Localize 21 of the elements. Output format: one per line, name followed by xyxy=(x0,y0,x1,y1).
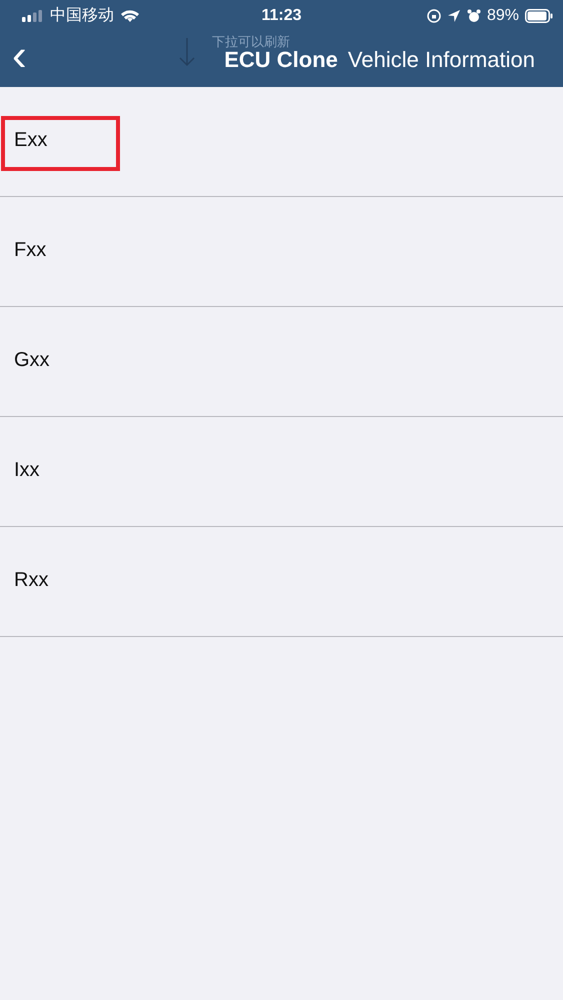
back-button[interactable]: ‹ xyxy=(0,34,39,84)
page-title: Vehicle Information xyxy=(348,47,535,73)
battery-icon xyxy=(525,8,553,22)
item-label: Fxx xyxy=(14,239,46,262)
list-item[interactable]: Exx xyxy=(0,87,563,197)
carrier-name: 中国移动 xyxy=(50,6,114,26)
item-label: Ixx xyxy=(14,459,40,482)
list-item[interactable]: Rxx xyxy=(0,527,563,637)
down-arrow-icon xyxy=(178,37,196,67)
rotation-lock-icon xyxy=(426,8,441,22)
list-item[interactable]: Gxx xyxy=(0,307,563,417)
item-label: Exx xyxy=(14,129,48,152)
signal-icon xyxy=(22,10,44,22)
item-label: Gxx xyxy=(14,349,50,372)
item-label: Rxx xyxy=(14,569,48,592)
location-icon xyxy=(446,8,461,22)
wifi-icon xyxy=(120,8,140,22)
list-item[interactable]: Ixx xyxy=(0,417,563,527)
list-item[interactable]: Fxx xyxy=(0,197,563,307)
battery-percent: 89% xyxy=(486,6,519,24)
clock-time: 11:23 xyxy=(261,6,302,24)
